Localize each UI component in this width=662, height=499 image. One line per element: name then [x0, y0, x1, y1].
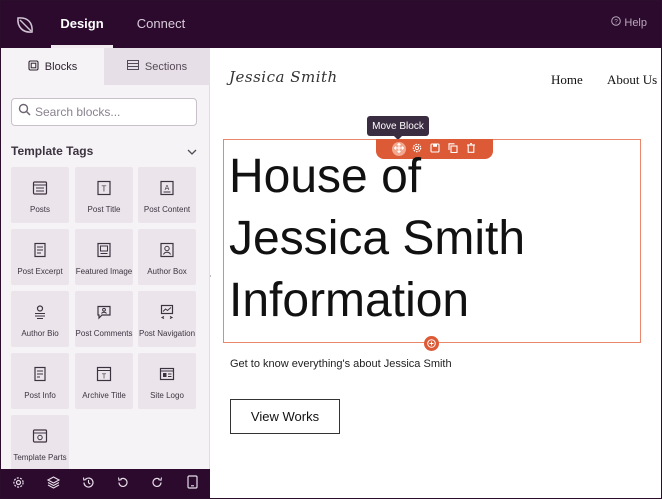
author-box-icon [158, 241, 176, 259]
undo-button[interactable] [105, 469, 140, 498]
block-archive-title[interactable]: T Archive Title [75, 353, 133, 409]
svg-text:?: ? [615, 19, 619, 26]
tab-blocks[interactable]: Blocks [1, 48, 104, 85]
block-template-parts[interactable]: Template Parts [11, 415, 69, 471]
block-label: Post Content [143, 205, 191, 214]
tab-design[interactable]: Design [51, 1, 113, 48]
layers-icon [46, 475, 60, 494]
blocks-icon [28, 59, 39, 74]
tab-blocks-label: Blocks [44, 60, 78, 73]
block-label: Post Excerpt [17, 267, 63, 276]
search-box [11, 98, 197, 126]
nav-link-home[interactable]: Home [551, 72, 583, 88]
redo-icon [151, 476, 164, 494]
help-button[interactable]: ? Help [611, 16, 647, 29]
block-site-logo[interactable]: Site Logo [138, 353, 196, 409]
history-icon [82, 476, 95, 494]
post-comments-icon [95, 303, 113, 321]
block-label: Posts [29, 205, 50, 214]
block-label: Author Box [147, 267, 187, 276]
block-featured-image[interactable]: Featured Image [75, 229, 133, 285]
hero-subtext[interactable]: Get to know everything's about Jessica S… [230, 358, 452, 370]
svg-text:T: T [102, 374, 107, 381]
block-label: Post Title [87, 205, 121, 214]
sidebar: Blocks Sections Template Tags [1, 48, 210, 471]
block-post-comments[interactable]: Post Comments [75, 291, 133, 347]
block-post-title[interactable]: T Post Title [75, 167, 133, 223]
block-post-content[interactable]: A Post Content [138, 167, 196, 223]
app-window: Design Connect ? Help Blocks Sections Se… [0, 0, 662, 499]
history-button[interactable] [71, 469, 106, 498]
block-label: Post Info [24, 391, 56, 400]
block-label: Site Logo [150, 391, 184, 400]
hero-heading[interactable]: House of Jessica Smith Information [229, 146, 629, 332]
site-logo-icon [158, 365, 176, 383]
device-preview-icon [187, 475, 198, 494]
posts-icon [31, 179, 49, 197]
tab-sections[interactable]: Sections [104, 48, 210, 85]
featured-image-icon [95, 241, 113, 259]
heading-line: Jessica Smith [229, 212, 526, 265]
author-bio-icon [31, 303, 49, 321]
redo-button[interactable] [140, 469, 175, 498]
post-info-icon [31, 365, 49, 383]
help-icon: ? [611, 16, 622, 29]
seedprod-logo-icon[interactable] [1, 1, 48, 48]
page-canvas: Jessica Smith Home About Us Move Block H… [211, 48, 661, 498]
template-parts-icon [31, 427, 49, 445]
block-author-box[interactable]: Author Box [138, 229, 196, 285]
block-posts[interactable]: Posts [11, 167, 69, 223]
svg-text:T: T [102, 185, 107, 194]
section-title: Template Tags [11, 144, 94, 158]
heading-line: Information [229, 274, 470, 327]
block-label: Post Comments [75, 329, 133, 338]
svg-text:A: A [165, 185, 170, 192]
top-bar: Design Connect ? Help [1, 1, 661, 48]
block-label: Author Bio [21, 329, 59, 338]
block-post-excerpt[interactable]: Post Excerpt [11, 229, 69, 285]
archive-title-icon: T [95, 365, 113, 383]
settings-button[interactable] [1, 469, 36, 498]
block-post-info[interactable]: Post Info [11, 353, 69, 409]
move-block-tooltip: Move Block [367, 116, 429, 140]
block-author-bio[interactable]: Author Bio [11, 291, 69, 347]
plus-icon [427, 335, 436, 353]
settings-icon [12, 476, 25, 494]
view-works-button[interactable]: View Works [230, 399, 340, 434]
chevron-down-icon [187, 142, 197, 160]
block-label: Post Navigation [138, 329, 196, 338]
tab-sections-label: Sections [144, 60, 188, 73]
bottom-toolbar [1, 469, 210, 498]
block-post-navigation[interactable]: Post Navigation [138, 291, 196, 347]
search-icon [18, 103, 31, 121]
sections-icon [126, 60, 139, 73]
add-block-button[interactable] [424, 336, 439, 351]
layers-button[interactable] [36, 469, 71, 498]
block-label: Archive Title [82, 391, 126, 400]
template-tags-header[interactable]: Template Tags [11, 143, 197, 159]
block-label: Template Parts [13, 453, 67, 462]
nav-link-about-us[interactable]: About Us [607, 72, 657, 88]
device-preview-button[interactable] [175, 469, 210, 498]
post-title-icon: T [95, 179, 113, 197]
post-excerpt-icon [31, 241, 49, 259]
site-logo-text[interactable]: Jessica Smith [229, 68, 338, 86]
heading-line: House of [229, 150, 422, 203]
block-label: Featured Image [75, 267, 133, 276]
post-navigation-icon [158, 303, 176, 321]
search-input[interactable] [35, 105, 195, 119]
tab-connect[interactable]: Connect [129, 1, 193, 48]
post-content-icon: A [158, 179, 176, 197]
help-label: Help [624, 16, 647, 29]
sidebar-tabs: Blocks Sections [1, 48, 210, 85]
undo-icon [116, 476, 129, 494]
